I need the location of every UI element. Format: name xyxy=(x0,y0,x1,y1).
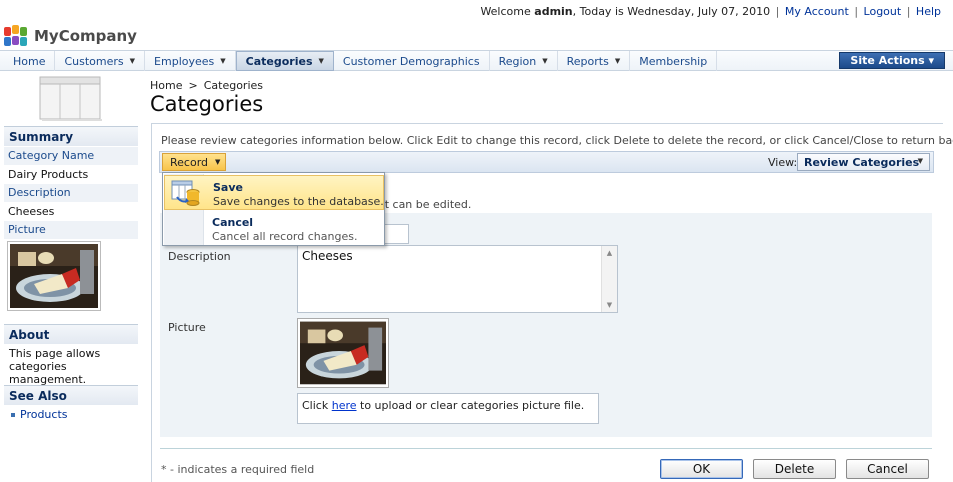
menu-item-save[interactable]: Save Save changes to the database. xyxy=(164,175,384,210)
nav-membership[interactable]: Membership xyxy=(630,51,718,71)
cheese-photo-icon xyxy=(10,244,98,308)
nav-region[interactable]: Region ▼ xyxy=(490,51,558,71)
description-value: Cheeses xyxy=(8,205,55,218)
nav-label: Categories xyxy=(245,54,313,68)
save-description: Save changes to the database. xyxy=(213,195,384,208)
logout-link[interactable]: Logout xyxy=(864,5,902,18)
description-textarea[interactable]: Cheeses ▲ ▼ xyxy=(297,245,618,313)
ok-button[interactable]: OK xyxy=(660,459,743,479)
cancel-description: Cancel all record changes. xyxy=(212,230,358,243)
nav-label: Customer Demographics xyxy=(342,54,480,68)
cheese-photo-icon xyxy=(300,321,386,385)
upload-link[interactable]: here xyxy=(332,399,357,412)
view-selector[interactable]: Review Categories ▼ xyxy=(797,153,930,171)
description-text: Cheeses xyxy=(302,249,353,263)
save-title: Save xyxy=(213,181,243,194)
menu-item-cancel[interactable]: Cancel Cancel all record changes. xyxy=(164,211,384,246)
products-link[interactable]: Products xyxy=(11,408,68,421)
nav-label: Home xyxy=(13,54,46,68)
help-link[interactable]: Help xyxy=(916,5,941,18)
brand-logo[interactable]: MyCompany xyxy=(4,25,137,47)
caret-down-icon: ▼ xyxy=(215,158,221,166)
summary-heading: Summary xyxy=(4,126,138,146)
category-name-label: Category Name xyxy=(4,147,138,165)
description-field-label: Description xyxy=(168,250,231,263)
breadcrumb: Home > Categories xyxy=(150,79,263,92)
products-link-text[interactable]: Products xyxy=(20,408,68,421)
save-database-icon xyxy=(171,180,200,206)
record-label: Record xyxy=(170,155,209,169)
view-selected-value: Review Categories xyxy=(804,156,920,169)
textarea-scrollbar[interactable]: ▲ ▼ xyxy=(601,246,617,312)
see-also-heading: See Also xyxy=(4,385,138,405)
my-account-link[interactable]: My Account xyxy=(785,5,849,18)
user-name: admin xyxy=(534,5,573,18)
nav-label: Region xyxy=(498,54,537,68)
brand-name: MyCompany xyxy=(34,27,137,45)
breadcrumb-separator: > xyxy=(188,79,198,92)
nav-label: Reports xyxy=(566,54,609,68)
caret-down-icon: ▼ xyxy=(917,157,923,165)
nav-employees[interactable]: Employees ▼ xyxy=(145,51,236,71)
record-dropdown-menu: Save Save changes to the database. Cance… xyxy=(162,172,385,246)
form-description: hat can be edited. xyxy=(371,198,472,211)
caret-down-icon: ▼ xyxy=(614,57,621,65)
scroll-down-icon[interactable]: ▼ xyxy=(602,298,617,312)
caret-down-icon: ▼ xyxy=(129,57,136,65)
company-logo-icon xyxy=(4,25,30,47)
category-name-value: Dairy Products xyxy=(8,168,89,181)
bullet-icon xyxy=(11,412,15,417)
caret-down-icon: ▼ xyxy=(220,57,226,65)
page-title: Categories xyxy=(150,92,264,116)
scroll-up-icon[interactable]: ▲ xyxy=(602,246,617,260)
picture-field-label: Picture xyxy=(168,321,206,334)
nav-customers[interactable]: Customers ▼ xyxy=(55,51,146,71)
nav-customer-demographics[interactable]: Customer Demographics xyxy=(334,51,490,71)
nav-reports[interactable]: Reports ▼ xyxy=(558,51,631,71)
category-picture xyxy=(297,318,389,388)
welcome-prefix: Welcome xyxy=(480,5,531,18)
main-nav: Home Customers ▼ Employees ▼ Categories ▼ C… xyxy=(0,50,953,71)
separator: | xyxy=(854,5,859,18)
nav-categories[interactable]: Categories ▼ xyxy=(235,51,334,71)
caret-down-icon: ▼ xyxy=(318,57,324,65)
breadcrumb-current: Categories xyxy=(203,79,263,92)
upload-prefix: Click xyxy=(302,399,329,412)
nav-label: Customers xyxy=(64,54,124,68)
cancel-title: Cancel xyxy=(212,216,254,229)
welcome-text: Welcome admin, Today is Wednesday, July … xyxy=(480,5,941,18)
delete-button[interactable]: Delete xyxy=(753,459,836,479)
about-text: This page allows categories management. xyxy=(9,347,101,386)
site-actions-button[interactable]: Site Actions ▾ xyxy=(839,52,945,69)
footer-divider xyxy=(160,448,932,449)
separator: | xyxy=(775,5,780,18)
nav-label: Employees xyxy=(154,54,215,68)
categories-page-icon xyxy=(39,76,102,121)
separator: | xyxy=(906,5,911,18)
breadcrumb-home[interactable]: Home xyxy=(150,79,182,92)
view-label: View: xyxy=(768,156,798,169)
picture-label: Picture xyxy=(4,221,138,239)
about-heading: About xyxy=(4,324,138,344)
category-picture-thumb xyxy=(7,241,101,311)
nav-home[interactable]: Home xyxy=(4,51,56,71)
picture-upload-box: Click here to upload or clear categories… xyxy=(297,393,599,424)
intro-text: Please review categories information bel… xyxy=(161,134,953,147)
nav-label: Membership xyxy=(639,54,708,68)
record-menu-button[interactable]: Record ▼ xyxy=(162,153,226,171)
upload-suffix: to upload or clear categories picture fi… xyxy=(360,399,585,412)
cancel-button[interactable]: Cancel xyxy=(846,459,929,479)
today-date: , Today is Wednesday, July 07, 2010 xyxy=(572,5,771,18)
top-bar: Welcome admin, Today is Wednesday, July … xyxy=(0,0,953,22)
description-label: Description xyxy=(4,184,138,202)
required-field-note: * - indicates a required field xyxy=(161,463,315,476)
caret-down-icon: ▼ xyxy=(542,57,548,65)
